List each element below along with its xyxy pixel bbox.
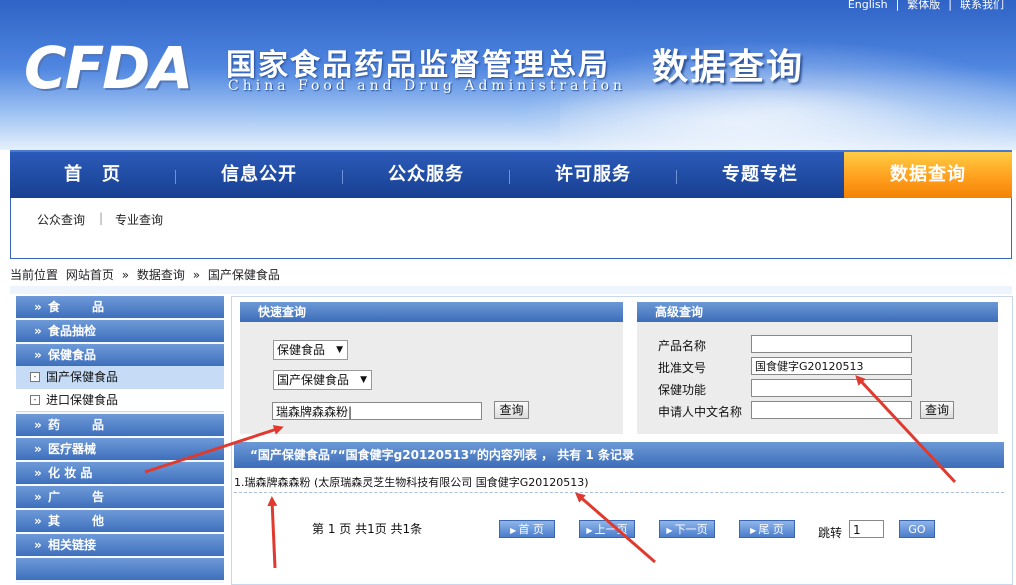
label-approval-number: 批准文号 xyxy=(658,361,707,375)
breadcrumb-label: 当前位置 xyxy=(10,268,59,282)
category-select[interactable]: 保健食品 ▼ xyxy=(273,340,348,360)
nav-license-service[interactable]: 许可服务 xyxy=(510,152,676,200)
chevron-right-icon: » xyxy=(34,538,42,552)
chevron-right-icon: » xyxy=(34,442,42,456)
chevron-right-icon: » xyxy=(34,514,42,528)
chevron-right-icon: » xyxy=(34,490,42,504)
nav-data-query[interactable]: 数据查询 xyxy=(844,152,1012,200)
top-links: English | 繁体版 | 联系我们 xyxy=(844,0,1008,12)
chevron-right-icon: » xyxy=(34,324,42,338)
result-header: “国产保健食品”“国食健字g20120513”的内容列表 ， 共有 1 条记录 xyxy=(234,442,1004,468)
table-row[interactable]: 1.瑞森牌森森粉 (太原瑞森灵芝生物科技有限公司 国食健字G20120513) xyxy=(234,474,1004,493)
sidebar-filler xyxy=(16,558,224,580)
health-function-input[interactable] xyxy=(751,379,912,397)
subnav-sep: | xyxy=(99,211,104,225)
advanced-search-button[interactable]: 查询 xyxy=(920,401,954,419)
sidebar-subitem-domestic-health-food[interactable]: - 国产保健食品 xyxy=(16,366,224,389)
sidebar-item-health-food[interactable]: » 保健食品 xyxy=(16,344,224,366)
pager-prev-button[interactable]: ▶ 上一页 xyxy=(579,520,635,538)
pager-first-button[interactable]: ▶ 首 页 xyxy=(499,520,555,538)
quick-search-input[interactable]: 瑞森牌森森粉| xyxy=(272,402,482,420)
pager-go-button[interactable]: GO xyxy=(899,520,935,538)
label-product-name: 产品名称 xyxy=(658,339,707,353)
label-applicant-name: 申请人中文名称 xyxy=(658,405,743,419)
chevron-right-icon: » xyxy=(34,300,42,314)
advanced-search-title: 高级查询 xyxy=(637,302,998,322)
dropdown-arrow-icon: ▼ xyxy=(336,345,343,355)
dropdown-arrow-icon: ▼ xyxy=(360,375,367,385)
sidebar-item-other[interactable]: » 其 他 xyxy=(16,510,224,532)
top-link-sep: | xyxy=(948,0,952,11)
triangle-right-icon: ▶ xyxy=(586,526,593,535)
nav-public-service[interactable]: 公众服务 xyxy=(343,152,509,200)
sidebar-item-food[interactable]: » 食 品 xyxy=(16,296,224,318)
quick-search-title: 快速查询 xyxy=(240,302,623,322)
nav-special[interactable]: 专题专栏 xyxy=(677,152,843,200)
section-title: 数据查询 xyxy=(652,46,805,88)
breadcrumb-bar xyxy=(10,286,1012,294)
cfda-logo: CFDA xyxy=(24,34,193,102)
breadcrumb-sep: » xyxy=(192,268,201,282)
sub-nav: 公众查询 | 专业查询 xyxy=(10,198,1012,259)
pager-last-button[interactable]: ▶ 尾 页 xyxy=(739,520,795,538)
quick-search-button[interactable]: 查询 xyxy=(494,401,529,419)
breadcrumb-data-query[interactable]: 数据查询 xyxy=(137,268,185,282)
breadcrumb-current: 国产保健食品 xyxy=(207,268,280,282)
jump-page-input[interactable]: 1 xyxy=(849,520,884,538)
triangle-right-icon: ▶ xyxy=(666,526,673,535)
subnav-pro-query[interactable]: 专业查询 xyxy=(115,211,163,228)
sidebar-item-drug[interactable]: » 药 品 xyxy=(16,414,224,436)
nav-home[interactable]: 首 页 xyxy=(10,152,175,200)
sidebar: » 食 品 » 食品抽检 » 保健食品 - 国产保健食品 - 进口保健食品 » 药 品 » 医… xyxy=(16,296,224,583)
product-name-input[interactable] xyxy=(751,335,912,353)
header-banner: English | 繁体版 | 联系我们 CFDA 国家食品药品监督管理总局 China… xyxy=(0,0,1016,150)
sidebar-item-medical-device[interactable]: » 医疗器械 xyxy=(16,438,224,460)
link-contact[interactable]: 联系我们 xyxy=(956,0,1008,11)
chevron-right-icon: » xyxy=(34,348,42,362)
subnav-public-query[interactable]: 公众查询 xyxy=(37,211,85,228)
nav-info[interactable]: 信息公开 xyxy=(176,152,342,200)
jump-label: 跳转 xyxy=(818,526,843,540)
sidebar-item-ads[interactable]: » 广 告 xyxy=(16,486,224,508)
link-traditional[interactable]: 繁体版 xyxy=(903,0,944,11)
site-title-en: China Food and Drug Administration xyxy=(228,78,627,94)
chevron-right-icon: » xyxy=(34,466,42,480)
sidebar-item-links[interactable]: » 相关链接 xyxy=(16,534,224,556)
triangle-right-icon: ▶ xyxy=(750,526,757,535)
triangle-right-icon: ▶ xyxy=(510,526,517,535)
chevron-right-icon: » xyxy=(34,418,42,432)
sidebar-item-cosmetics[interactable]: » 化 妆 品 xyxy=(16,462,224,484)
applicant-name-input[interactable] xyxy=(751,401,912,419)
label-health-function: 保健功能 xyxy=(658,383,707,397)
collapse-box-icon: - xyxy=(30,372,40,382)
breadcrumb: 当前位置 网站首页 » 数据查询 » 国产保健食品 xyxy=(10,266,284,283)
collapse-box-icon: - xyxy=(30,395,40,405)
breadcrumb-sep: » xyxy=(121,268,130,282)
breadcrumb-home[interactable]: 网站首页 xyxy=(66,268,114,282)
link-english[interactable]: English xyxy=(844,0,892,11)
main-nav: 首 页 信息公开 公众服务 许可服务 专题专栏 数据查询 xyxy=(10,150,1012,200)
sidebar-item-food-inspection[interactable]: » 食品抽检 xyxy=(16,320,224,342)
sidebar-subitem-import-health-food[interactable]: - 进口保健食品 xyxy=(16,389,224,412)
pager-info: 第 1 页 共1页 共1条 xyxy=(312,522,423,536)
approval-number-input[interactable]: 国食健字G20120513 xyxy=(751,357,912,375)
subcategory-select[interactable]: 国产保健食品 ▼ xyxy=(273,370,372,390)
top-link-sep: | xyxy=(895,0,900,11)
pager-next-button[interactable]: ▶ 下一页 xyxy=(659,520,715,538)
banner-world-map xyxy=(560,90,980,150)
